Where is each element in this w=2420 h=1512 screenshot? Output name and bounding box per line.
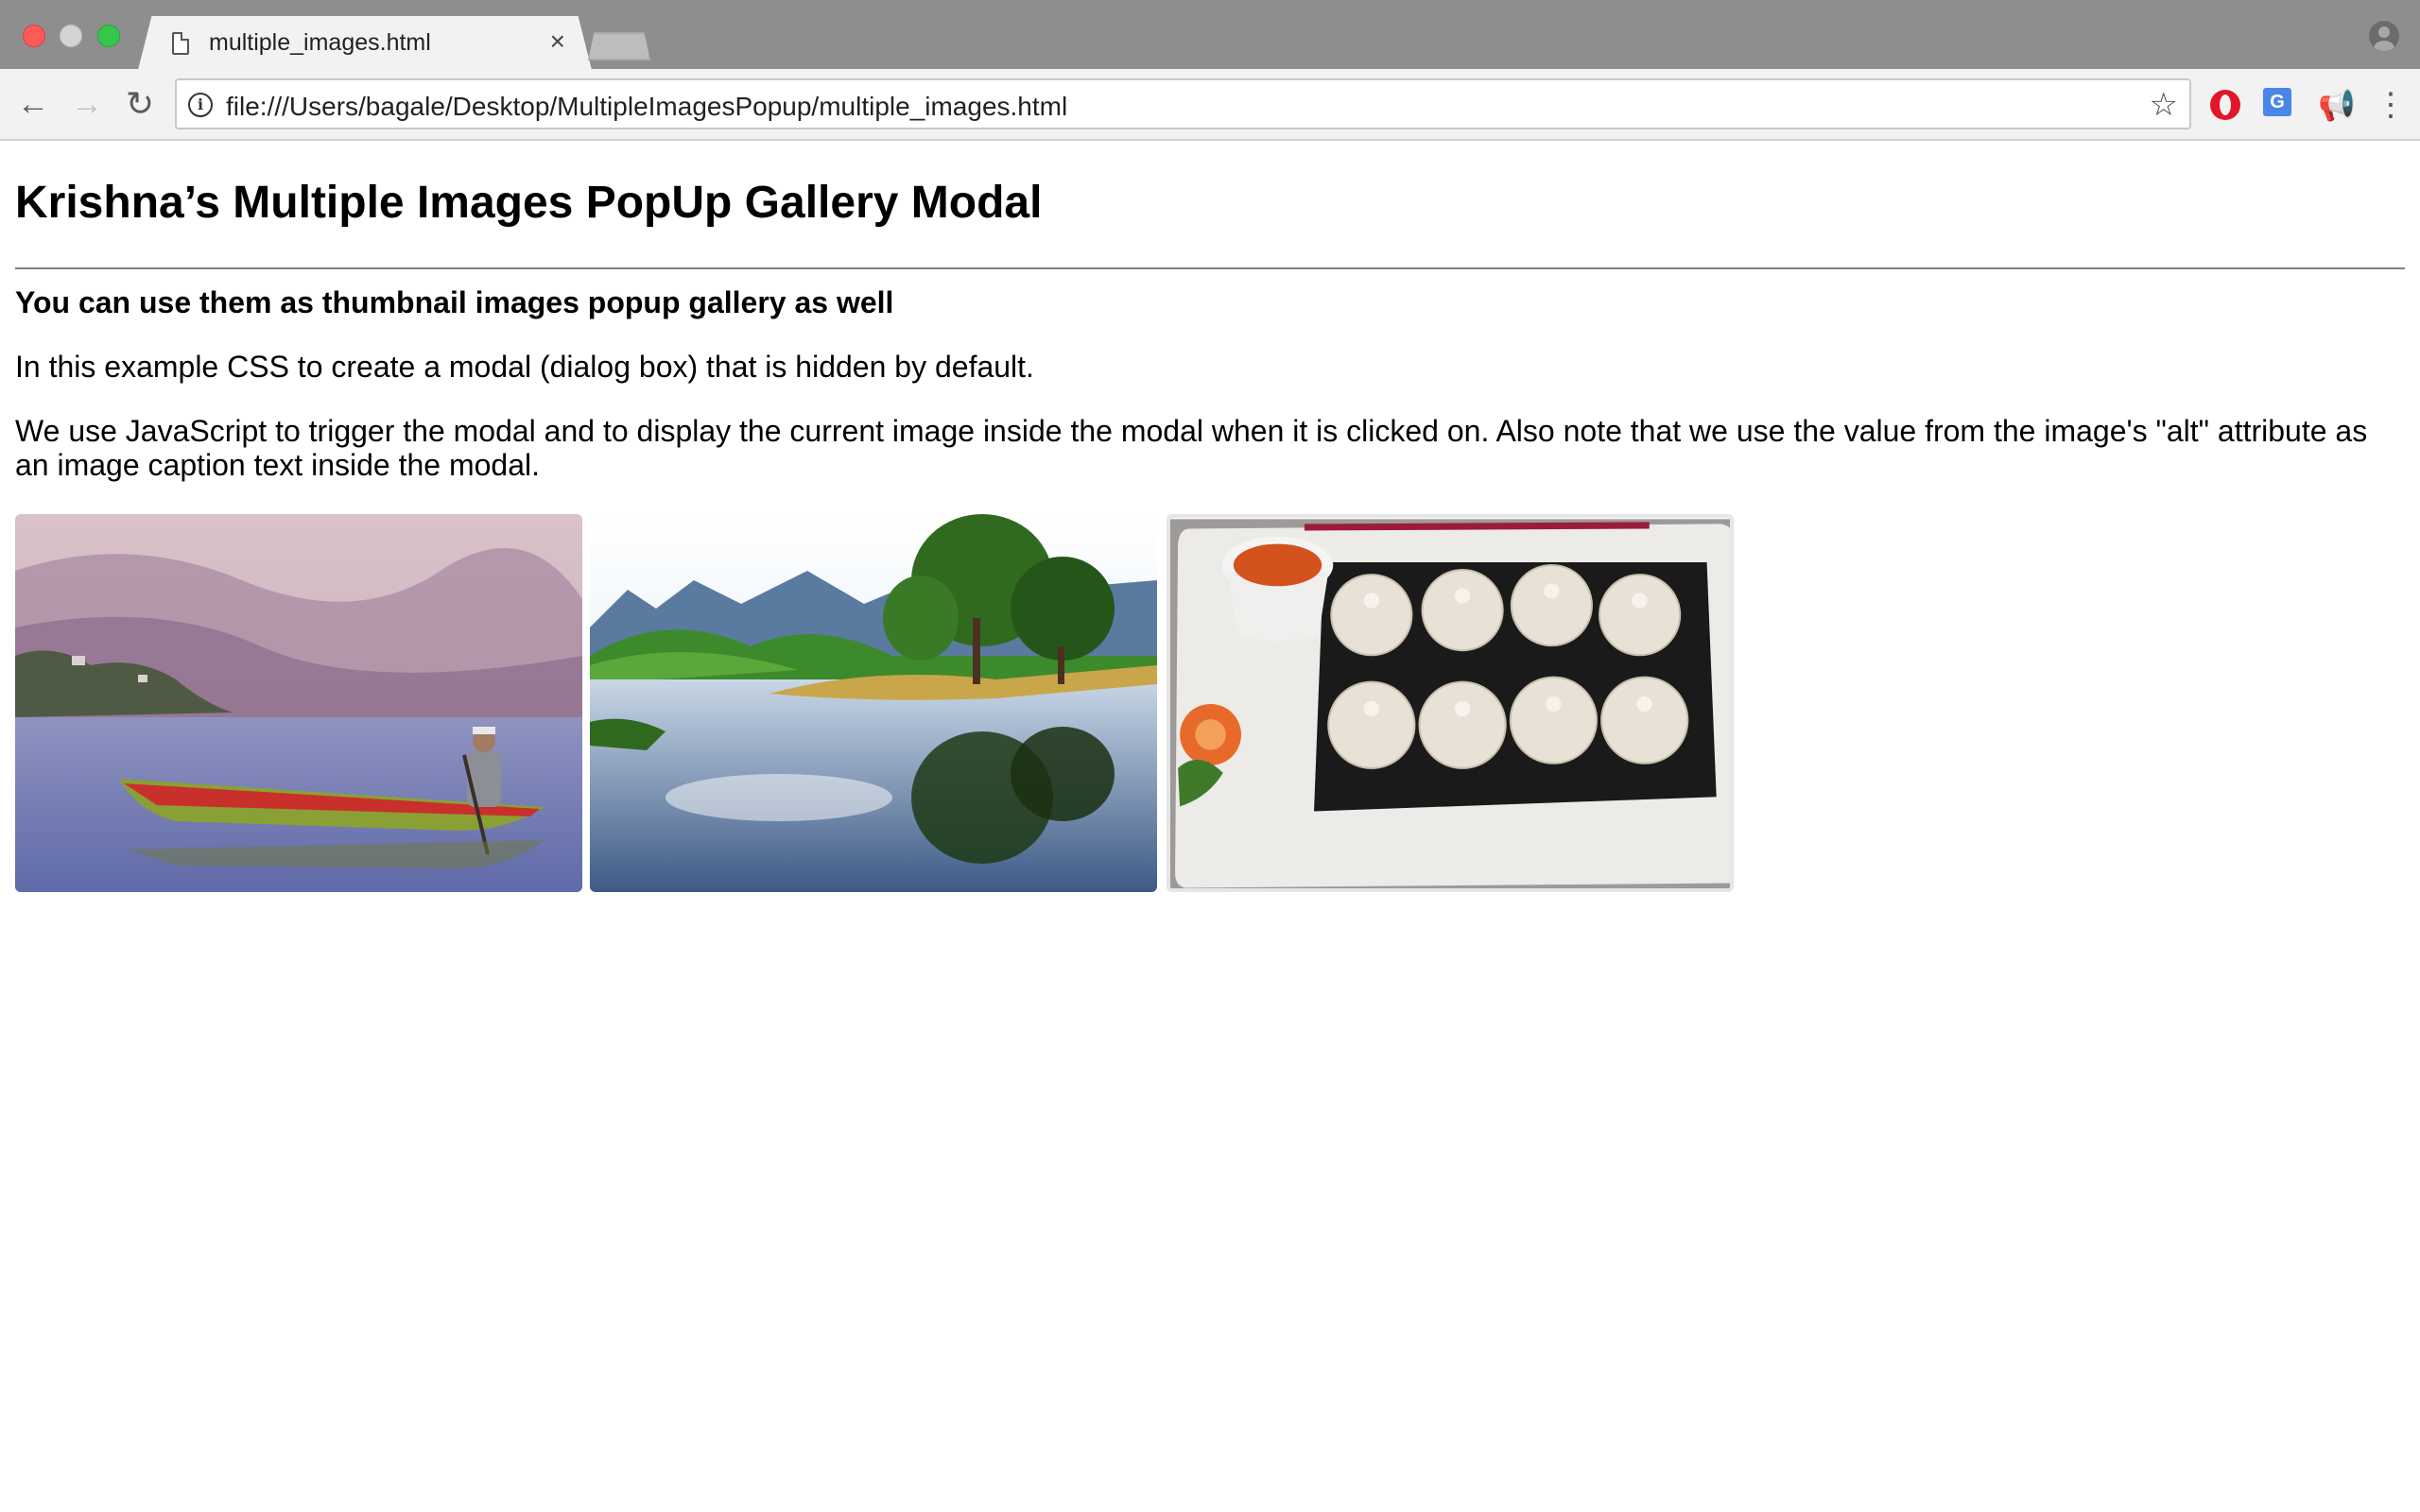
page-content: Krishna’s Multiple Images PopUp Gallery … (0, 143, 2420, 1512)
browser-titlebar: multiple_images.html × (0, 0, 2420, 70)
browser-toolbar: ← → ↻ i file:///Users/bagale/Desktop/Mul… (0, 69, 2420, 141)
page-title: Krishna’s Multiple Images PopUp Gallery … (15, 178, 1043, 228)
file-icon (172, 32, 189, 55)
gallery-thumbnail-island-lake[interactable] (590, 514, 1157, 892)
megaphone-extension-icon[interactable]: 📢 (2318, 86, 2356, 124)
translate-extension-icon[interactable]: G (2263, 88, 2295, 120)
url-text[interactable]: file:///Users/bagale/Desktop/MultipleIma… (226, 92, 1067, 122)
menu-icon[interactable]: ⋮ (2375, 86, 2407, 124)
new-tab-button[interactable] (588, 32, 650, 60)
horizontal-rule (15, 267, 2405, 269)
island-lake-image (590, 514, 1157, 892)
gallery-thumbnail-momo[interactable] (1167, 514, 1734, 892)
info-icon[interactable]: i (188, 93, 213, 117)
forward-icon[interactable]: → (68, 85, 106, 123)
reload-icon[interactable]: ↻ (121, 85, 159, 123)
tab-close-icon[interactable]: × (550, 27, 565, 56)
back-icon[interactable]: ← (14, 85, 52, 123)
active-tab-content: multiple_images.html × (138, 16, 592, 70)
opera-extension-icon[interactable] (2210, 90, 2240, 120)
intro-paragraph: In this example CSS to create a modal (d… (15, 350, 1034, 384)
close-window-button[interactable] (23, 25, 45, 47)
description-paragraph: We use JavaScript to trigger the modal a… (15, 414, 2368, 482)
profile-icon[interactable] (2369, 21, 2399, 51)
zoom-window-button[interactable] (97, 25, 120, 47)
momo-dumplings-image (1170, 519, 1730, 888)
minimize-window-button[interactable] (60, 25, 82, 47)
tab-title[interactable]: multiple_images.html (209, 29, 431, 57)
gallery-thumbnail-boat-lake[interactable] (15, 514, 582, 892)
address-bar[interactable]: i file:///Users/bagale/Desktop/MultipleI… (175, 78, 2191, 129)
star-icon[interactable]: ☆ (2150, 86, 2178, 124)
page-subheading: You can use them as thumbnail images pop… (15, 285, 894, 319)
boat-lake-image (15, 514, 582, 892)
image-gallery (15, 514, 1736, 892)
